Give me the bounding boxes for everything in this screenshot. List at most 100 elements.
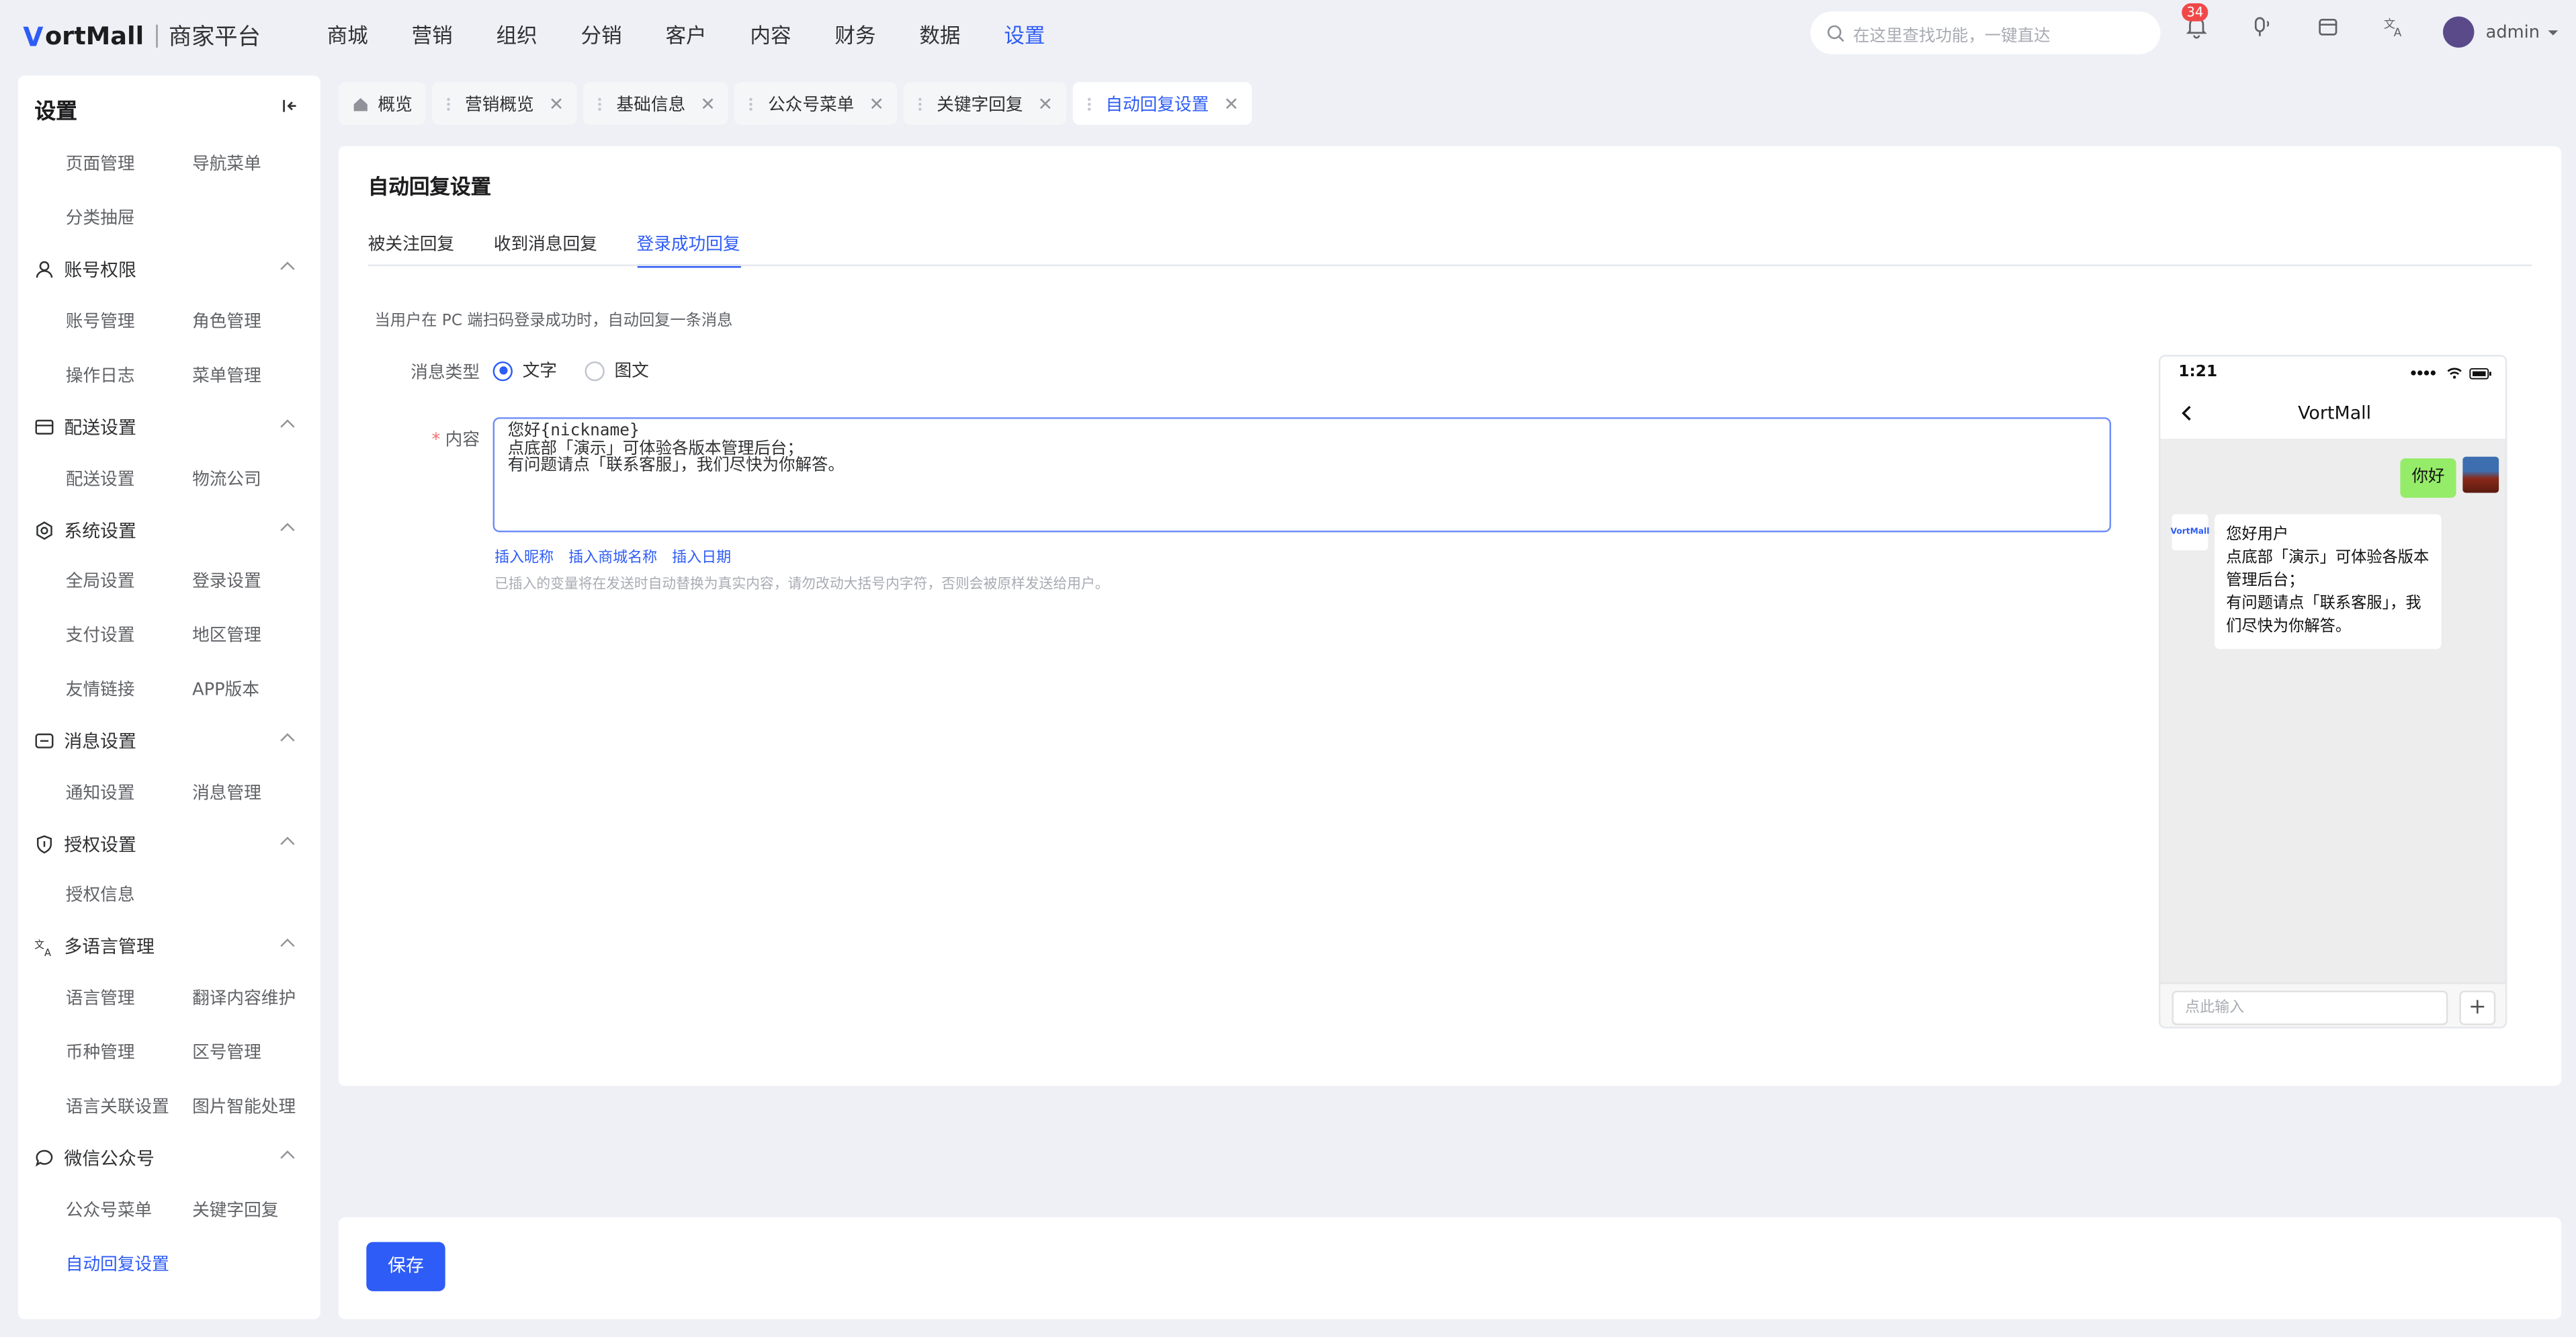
- phone-time: 1:21: [2178, 363, 2218, 382]
- content-textarea[interactable]: 您好{nickname} 点底部「演示」可体验各版本管理后台； 有问题请点「联系…: [492, 417, 2112, 533]
- headset-icon[interactable]: [2249, 13, 2275, 40]
- sidebar-item-operation-log[interactable]: 操作日志: [66, 363, 135, 388]
- svg-text:A: A: [2394, 26, 2402, 40]
- insert-mall-name-link[interactable]: 插入商城名称: [568, 546, 657, 566]
- radio-circle-checked[interactable]: [492, 360, 513, 381]
- save-button[interactable]: 保存: [366, 1242, 445, 1291]
- tab-marketing-overview[interactable]: 营销概览 ✕: [432, 82, 577, 125]
- reply-description: 当用户在 PC 端扫码登录成功时，自动回复一条消息: [374, 312, 733, 331]
- top-icons: 34 文A: [2182, 3, 2446, 40]
- close-icon[interactable]: ✕: [700, 93, 716, 114]
- bell-icon[interactable]: 34: [2182, 3, 2210, 40]
- sidebar-item-notify-settings[interactable]: 通知设置: [66, 780, 135, 805]
- nav-item-customer[interactable]: 客户: [665, 17, 706, 48]
- sidebar-item-region-manage[interactable]: 地区管理: [192, 623, 261, 648]
- footer-bar: 保存: [338, 1217, 2562, 1320]
- user-avatar: [2462, 456, 2499, 493]
- required-mark: *: [431, 430, 441, 450]
- sidebar-group-delivery[interactable]: 配送设置: [34, 414, 305, 440]
- subtab-message-reply[interactable]: 收到消息回复: [494, 232, 597, 268]
- close-icon[interactable]: ✕: [1038, 93, 1054, 114]
- user-icon: [36, 261, 53, 278]
- sidebar-group-multilang[interactable]: 文A 多语言管理: [34, 933, 305, 959]
- sidebar-item-wechat-menu[interactable]: 公众号菜单: [66, 1198, 152, 1223]
- sidebar-group-label: 微信公众号: [64, 1148, 155, 1170]
- nav-item-marketing[interactable]: 营销: [412, 17, 453, 48]
- sidebar-item-category-drawer[interactable]: 分类抽屉: [66, 206, 135, 230]
- sidebar-item-global-settings[interactable]: 全局设置: [66, 568, 135, 593]
- tab-overview[interactable]: 概览: [338, 82, 426, 125]
- sidebar-item-login-settings[interactable]: 登录设置: [192, 568, 261, 593]
- language-icon[interactable]: 文A: [2380, 13, 2407, 40]
- sidebar-item-currency-manage[interactable]: 币种管理: [66, 1040, 135, 1065]
- sidebar-item-nav-menu[interactable]: 导航菜单: [192, 151, 261, 176]
- brand-logo[interactable]: V ortMall 商家平台: [23, 19, 261, 52]
- sidebar-group-message[interactable]: 消息设置: [34, 728, 305, 754]
- tab-auto-reply[interactable]: 自动回复设置 ✕: [1072, 82, 1252, 125]
- nav-item-settings[interactable]: 设置: [1004, 17, 1045, 48]
- sidebar-item-role-manage[interactable]: 角色管理: [192, 309, 261, 334]
- drag-handle-icon[interactable]: [916, 96, 924, 112]
- sidebar-item-page-manage[interactable]: 页面管理: [66, 151, 135, 176]
- sidebar-item-translation-maintain[interactable]: 翻译内容维护: [192, 986, 296, 1010]
- chat-input[interactable]: 点此输入: [2172, 990, 2448, 1025]
- drag-handle-icon[interactable]: [748, 96, 755, 112]
- radio-circle[interactable]: [585, 360, 605, 381]
- search-input[interactable]: 在这里查找功能，一键直达: [1810, 11, 2161, 54]
- tab-wechat-menu[interactable]: 公众号菜单 ✕: [735, 82, 898, 125]
- sidebar-item-image-smart[interactable]: 图片智能处理: [192, 1094, 296, 1119]
- sidebar-group-label: 配送设置: [64, 417, 136, 439]
- collapse-icon[interactable]: [281, 97, 299, 115]
- close-icon[interactable]: ✕: [869, 93, 884, 114]
- insert-date-link[interactable]: 插入日期: [672, 546, 731, 566]
- sidebar-item-area-code-manage[interactable]: 区号管理: [192, 1040, 261, 1065]
- nav-item-content[interactable]: 内容: [750, 17, 791, 48]
- sidebar-item-delivery-settings[interactable]: 配送设置: [66, 466, 135, 491]
- chevron-up-icon: [280, 1150, 295, 1159]
- tab-keyword-reply[interactable]: 关键字回复 ✕: [904, 82, 1066, 125]
- nav-item-finance[interactable]: 财务: [834, 17, 875, 48]
- sidebar-item-auth-info[interactable]: 授权信息: [66, 882, 135, 907]
- tab-label: 公众号菜单: [767, 94, 855, 114]
- sidebar-item-keyword-reply[interactable]: 关键字回复: [192, 1198, 278, 1223]
- close-icon[interactable]: ✕: [1223, 93, 1239, 114]
- subtab-follow-reply[interactable]: 被关注回复: [368, 232, 454, 268]
- tab-basic-info[interactable]: 基础信息 ✕: [583, 82, 729, 125]
- insert-nickname-link[interactable]: 插入昵称: [495, 546, 554, 566]
- sidebar-item-menu-manage[interactable]: 菜单管理: [192, 363, 261, 388]
- nav-item-mall[interactable]: 商城: [327, 17, 368, 48]
- sidebar-group-system[interactable]: 系统设置: [34, 517, 305, 544]
- close-icon[interactable]: ✕: [549, 93, 564, 114]
- sidebar-item-language-manage[interactable]: 语言管理: [66, 986, 135, 1010]
- sidebar-group-wechat[interactable]: 微信公众号: [34, 1145, 305, 1171]
- sidebar-item-language-link[interactable]: 语言关联设置: [66, 1094, 169, 1119]
- sidebar-item-auto-reply[interactable]: 自动回复设置: [66, 1252, 169, 1277]
- sidebar-group-account[interactable]: 账号权限: [34, 256, 305, 282]
- drag-handle-icon[interactable]: [445, 96, 452, 112]
- truck-icon: [35, 419, 54, 435]
- sidebar-item-app-version[interactable]: APP版本: [192, 677, 259, 701]
- chat-header: VortMall: [2160, 389, 2505, 439]
- user-menu[interactable]: admin: [2443, 16, 2559, 48]
- nav-item-organization[interactable]: 组织: [497, 17, 538, 48]
- plus-button[interactable]: +: [2459, 990, 2496, 1025]
- nav-item-data[interactable]: 数据: [919, 17, 960, 48]
- subtab-login-reply[interactable]: 登录成功回复: [636, 232, 740, 268]
- platform-name: 商家平台: [168, 24, 261, 51]
- drag-handle-icon[interactable]: [597, 96, 603, 112]
- sidebar-item-message-manage[interactable]: 消息管理: [192, 780, 261, 805]
- nav-item-distribution[interactable]: 分销: [581, 17, 621, 48]
- sidebar-item-friend-links[interactable]: 友情链接: [66, 677, 135, 701]
- radio-text[interactable]: 文字: [492, 358, 557, 383]
- back-arrow-icon[interactable]: [2180, 404, 2194, 423]
- store-icon[interactable]: [2315, 13, 2341, 40]
- drag-handle-icon[interactable]: [1085, 96, 1092, 112]
- tab-label: 自动回复设置: [1105, 94, 1209, 114]
- sidebar-item-account-manage[interactable]: 账号管理: [66, 309, 135, 334]
- sidebar-group-auth[interactable]: 授权设置: [34, 831, 305, 857]
- svg-text:A: A: [44, 947, 51, 956]
- tab-label: 营销概览: [464, 94, 534, 114]
- sidebar-item-payment-settings[interactable]: 支付设置: [66, 623, 135, 648]
- sidebar-item-logistics[interactable]: 物流公司: [192, 466, 261, 491]
- radio-image-text[interactable]: 图文: [585, 358, 649, 383]
